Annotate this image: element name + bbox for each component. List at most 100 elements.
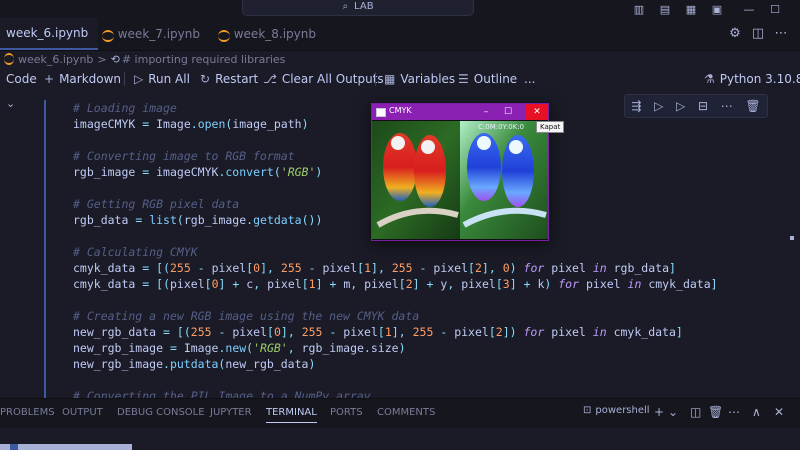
split-cell-icon[interactable]: ⊟ (698, 99, 708, 113)
customize-layout-icon[interactable]: ▣ (704, 0, 730, 18)
add-code-cell-button[interactable]: Code (6, 70, 37, 88)
run-by-line-icon[interactable]: ⇶ (631, 99, 641, 113)
tab-label: week_7.ipynb (117, 27, 200, 41)
variables-button[interactable]: ▦ Variables (384, 70, 455, 88)
delete-cell-icon[interactable]: 🗑 (745, 99, 760, 113)
outline-button[interactable]: ☰ Outline (458, 70, 517, 88)
jupyter-icon (102, 29, 114, 42)
original-parrot-image (372, 121, 460, 239)
code-line[interactable]: # Loading image (73, 100, 177, 116)
code-line[interactable]: rgb_image = imageCMYK.convert('RGB') (73, 164, 322, 180)
scrollbar-marker[interactable] (790, 236, 794, 240)
run-all-label: Run All (148, 72, 190, 86)
close-panel-icon[interactable]: ✕ (774, 405, 784, 419)
cell-focus-indicator (44, 100, 46, 400)
variables-icon: ▦ (384, 72, 396, 86)
code-line[interactable]: new_rgb_data = [(255 - pixel[0], 255 - p… (73, 324, 683, 340)
kernel-picker[interactable]: ⚗ Python 3.10.8 (704, 70, 800, 88)
breadcrumb-separator: > (97, 52, 107, 66)
cmyk-maximize-button[interactable]: ☐ (498, 104, 518, 120)
code-line[interactable]: # Calculating CMYK (73, 244, 198, 260)
cell-toolbar: ⇶ ▷ ▷ ⊟ ⋯ 🗑 (624, 94, 768, 118)
code-line[interactable]: imageCMYK = Image.open(image_path) (73, 116, 309, 132)
kill-terminal-icon[interactable]: 🗑 (708, 405, 723, 419)
panel-tab-debug-console[interactable]: DEBUG CONSOLE (117, 407, 205, 418)
terminal-cursor (10, 444, 18, 450)
toggle-panel-icon[interactable]: ▤ (652, 0, 678, 18)
restart-label: Restart (215, 72, 259, 86)
panel-tab-comments[interactable]: COMMENTS (377, 407, 435, 418)
restart-button[interactable]: ↻ Restart (200, 70, 258, 88)
toolbar-divider (375, 72, 376, 86)
terminal-icon: ⊡ (583, 405, 592, 416)
code-line[interactable]: cmyk_data = [(255 - pixel[0], 255 - pixe… (73, 260, 676, 276)
panel-tab-problems[interactable]: PROBLEMS (0, 407, 55, 418)
search-icon: ⌕ (342, 0, 349, 12)
panel-tab-output[interactable]: OUTPUT (62, 407, 103, 418)
outline-icon: ☰ (458, 72, 469, 86)
code-line[interactable]: # Getting RGB pixel data (73, 196, 239, 212)
converted-parrot-image (460, 121, 548, 239)
jupyter-icon (4, 53, 14, 65)
code-line[interactable]: cmyk_data = [(pixel[0] + c, pixel[1] + m… (73, 276, 718, 292)
add-markdown-cell-button[interactable]: + Markdown (44, 70, 121, 88)
python-icon: ⚗ (704, 72, 715, 86)
cell-icon: ⟲ (110, 52, 120, 66)
command-center-search[interactable]: ⌕ LAB (242, 0, 474, 16)
split-editor-icon[interactable]: ◫ (749, 25, 767, 43)
more-actions-icon[interactable]: ⋯ (772, 25, 790, 43)
code-line[interactable]: rgb_data = list(rgb_image.getdata()) (73, 212, 322, 228)
terminal-profile-selector[interactable]: ⊡ powershell (583, 405, 650, 416)
breadcrumb-section[interactable]: # importing required libraries (122, 53, 286, 66)
run-all-button[interactable]: ▷ Run All (134, 70, 190, 88)
clear-all-outputs-button[interactable]: ⎇ Clear All Outputs (263, 70, 384, 88)
gear-icon[interactable]: ⚙ (726, 25, 744, 43)
minimize-button[interactable]: — (736, 0, 762, 18)
more-panel-icon[interactable]: ⋯ (728, 405, 740, 419)
breadcrumb-file[interactable]: week_6.ipynb (18, 53, 93, 66)
toggle-sidebar-icon[interactable]: ▥ (626, 0, 652, 18)
cmyk-close-button[interactable]: ✕ (526, 104, 548, 120)
breadcrumb: week_6.ipynb > ⟲ # importing required li… (0, 50, 800, 68)
execute-below-icon[interactable]: ▷ (676, 99, 685, 113)
cell-more-icon[interactable]: ⋯ (721, 99, 733, 113)
code-line[interactable]: # Converting image to RGB format (73, 148, 295, 164)
cmyk-coordinate-readout: C:0M:0Y:0K:0 (478, 123, 525, 131)
chevron-down-icon[interactable]: ⌄ (668, 405, 678, 419)
restart-icon: ↻ (200, 72, 211, 86)
markdown-label: Markdown (59, 72, 122, 86)
tab-week-8[interactable]: week_8.ipynb (218, 18, 316, 50)
variables-label: Variables (400, 72, 456, 86)
code-line[interactable]: # Creating a new RGB image using the new… (73, 308, 419, 324)
cmyk-window-title: CMYK (389, 106, 412, 115)
new-terminal-icon[interactable]: + (654, 405, 664, 419)
code-label: Code (6, 72, 37, 86)
maximize-button[interactable]: ☐ (762, 0, 788, 18)
panel-tab-terminal[interactable]: TERMINAL (266, 407, 317, 423)
toolbar-divider (124, 72, 125, 86)
cmyk-images (372, 121, 548, 239)
more-label: ... (524, 72, 536, 86)
code-line[interactable]: new_rgb_image.putdata(new_rgb_data) (73, 356, 315, 372)
more-toolbar-button[interactable]: ... (524, 70, 535, 88)
code-line[interactable]: new_rgb_image = Image.new('RGB', rgb_ima… (73, 340, 406, 356)
jupyter-icon (218, 29, 230, 42)
clear-outputs-label: Clear All Outputs (281, 72, 384, 86)
tab-week-6[interactable]: week_6.ipynb (0, 18, 98, 50)
play-icon: ▷ (134, 72, 144, 86)
plus-icon: + (44, 72, 55, 86)
kernel-label: Python 3.10.8 (719, 72, 800, 86)
collapse-cell-chevron-icon[interactable]: ⌄ (6, 97, 15, 110)
panel-tab-jupyter[interactable]: JUPYTER (210, 407, 252, 418)
clear-outputs-icon: ⎇ (263, 72, 277, 86)
execute-above-icon[interactable]: ▷ (654, 99, 663, 113)
window-icon (376, 108, 386, 117)
tab-week-7[interactable]: week_7.ipynb (102, 18, 200, 50)
terminal-selection (0, 444, 132, 450)
panel-tab-ports[interactable]: PORTS (330, 407, 363, 418)
maximize-panel-icon[interactable]: ∧ (752, 405, 761, 419)
cmyk-minimize-button[interactable]: – (476, 104, 496, 120)
split-terminal-icon[interactable]: ◫ (690, 405, 701, 419)
toggle-secondary-sidebar-icon[interactable]: ▦ (678, 0, 704, 18)
outline-label: Outline (473, 72, 518, 86)
